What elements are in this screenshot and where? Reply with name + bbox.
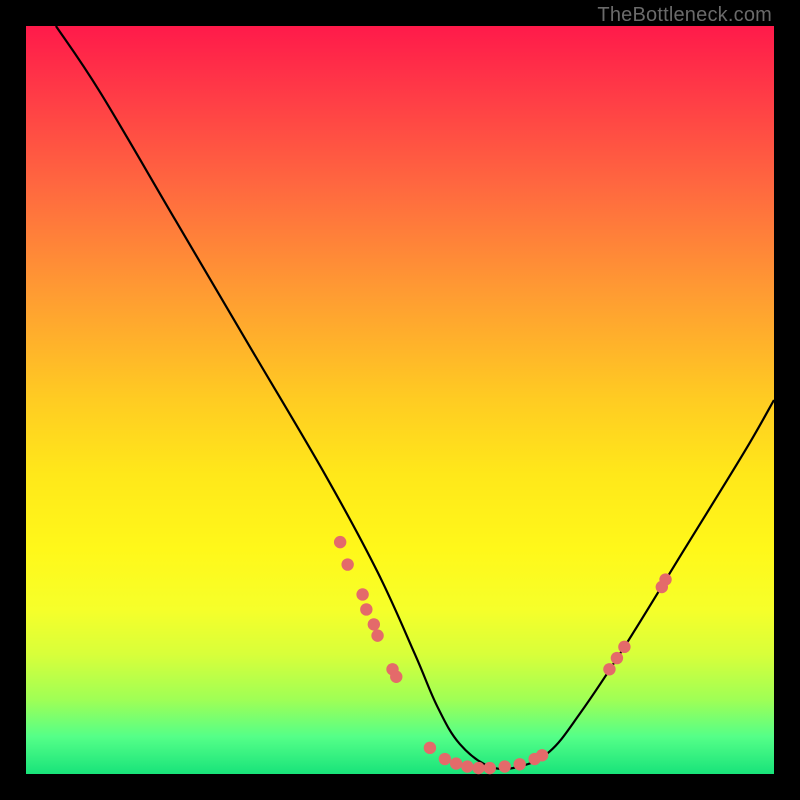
data-point [499,760,511,772]
data-point [461,760,473,772]
data-point [439,753,451,765]
data-point [603,663,615,675]
data-point [334,536,346,548]
data-point [368,618,380,630]
data-point [360,603,372,615]
data-point [424,742,436,754]
data-point [618,641,630,653]
attribution-text: TheBottleneck.com [597,4,772,27]
data-point [472,762,484,774]
chart-frame: TheBottleneck.com [0,0,800,800]
data-point [611,652,623,664]
bottleneck-curve [56,26,774,769]
data-point [513,758,525,770]
data-point [390,671,402,683]
data-point [450,757,462,769]
data-point [659,573,671,585]
chart-overlay [26,26,774,774]
data-point [536,749,548,761]
data-point [371,629,383,641]
data-points-group [334,536,672,774]
data-point [341,558,353,570]
data-point [484,762,496,774]
data-point [356,588,368,600]
